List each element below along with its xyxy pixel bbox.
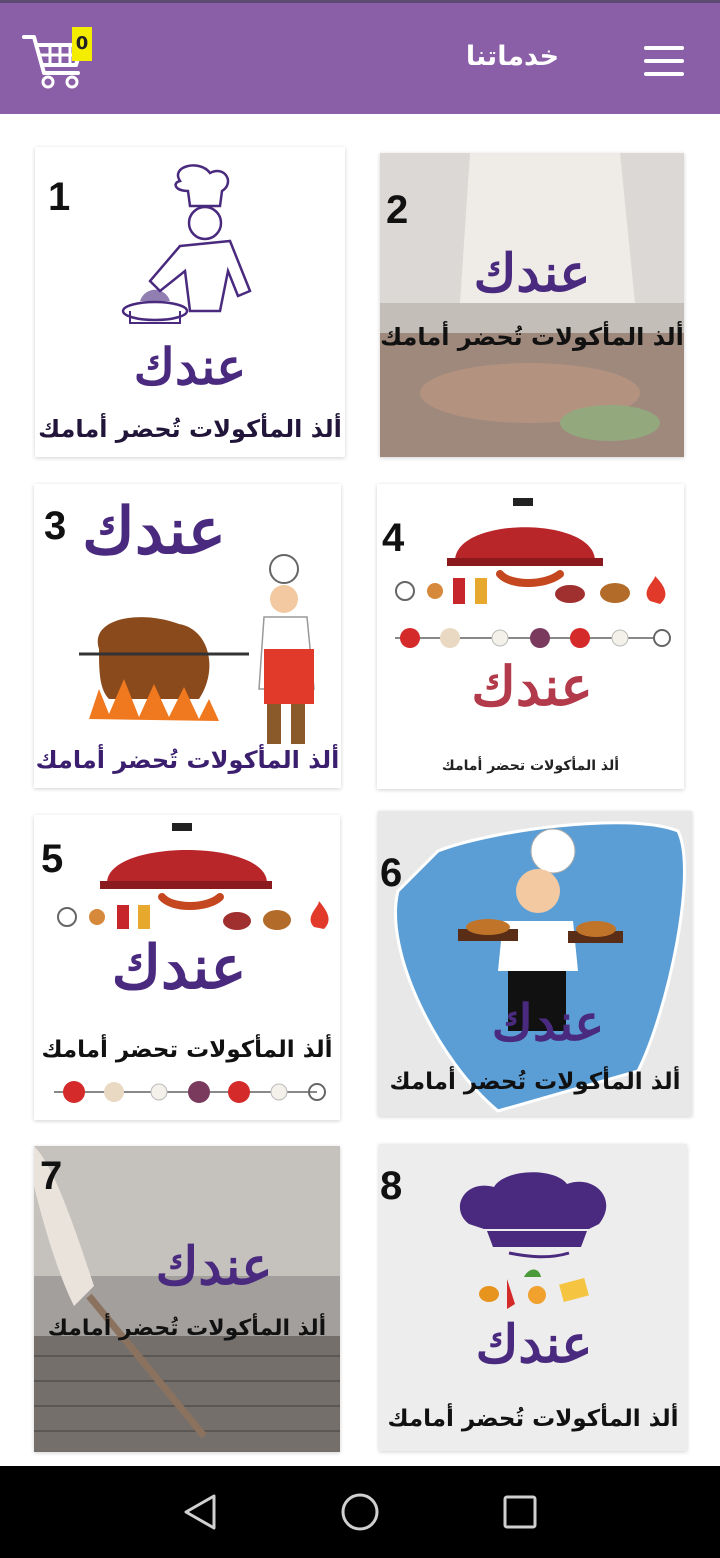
system-navigation-bar xyxy=(0,1466,720,1558)
brand-name: عندك xyxy=(82,494,226,569)
card-number: 6 xyxy=(380,851,403,895)
service-card-6[interactable]: 6 عندك ألذ المأكولات تُحضر أمامك xyxy=(378,811,692,1116)
circle-home-icon xyxy=(341,1493,379,1531)
service-card-4[interactable]: 4 عندك ألذ المأكولات تحضر أمامك xyxy=(377,484,684,789)
food-icons-illustration xyxy=(395,498,671,648)
brand-slogan: ألذ المأكولات تحضر أمامك xyxy=(41,1037,333,1063)
brand-name: عندك xyxy=(475,1314,593,1375)
card-number: 4 xyxy=(382,516,405,560)
brand-name: عندك xyxy=(491,993,605,1052)
brand-name: عندك xyxy=(155,1236,273,1297)
service-card-8[interactable]: 8 عندك ألذ المأكولات تُحضر أمامك xyxy=(379,1144,687,1451)
app-screen: 0 خدماتنا 1 عندك ألذ المأكولات تُحضر أما… xyxy=(0,0,720,1558)
service-card-1[interactable]: 1 عندك ألذ المأكولات تُحضر أمامك xyxy=(35,147,345,457)
food-icons-illustration xyxy=(57,823,329,930)
page-title: خدماتنا xyxy=(465,41,560,72)
service-card-7[interactable]: 7 عندك ألذ المأكولات تُحضر أمامك xyxy=(34,1146,340,1452)
shawarma-chef-illustration xyxy=(79,554,315,744)
card-number: 5 xyxy=(41,837,64,881)
skewer-illustration xyxy=(54,1081,326,1103)
home-button[interactable] xyxy=(330,1486,390,1538)
grill-photo xyxy=(34,1146,340,1452)
service-card-3[interactable]: 3 عندك ألذ المأكولات تُحضر أمامك xyxy=(34,484,341,788)
brand-slogan: ألذ المأكولات تُحضر أمامك xyxy=(35,746,340,774)
brand-name: عندك xyxy=(473,243,591,304)
service-card-2[interactable]: 2 عندك ألذ المأكولات تُحضر أمامك xyxy=(380,153,684,457)
card-number: 8 xyxy=(380,1164,403,1208)
menu-button[interactable] xyxy=(636,41,692,81)
brand-slogan: ألذ المأكولات تُحضر أمامك xyxy=(380,323,684,351)
brand-slogan: ألذ المأكولات تحضر أمامك xyxy=(441,758,620,774)
card-number: 2 xyxy=(386,188,409,232)
app-bar: 0 خدماتنا xyxy=(0,3,720,114)
chef-grilling-illustration xyxy=(121,164,252,324)
service-card-5[interactable]: 5 عندك ألذ المأكولات تحضر أمامك xyxy=(34,815,340,1120)
brand-slogan: ألذ المأكولات تُحضر أمامك xyxy=(389,1069,681,1095)
card-number: 1 xyxy=(48,175,71,219)
card-number: 7 xyxy=(40,1154,63,1198)
chef-cooking-photo xyxy=(380,153,684,457)
brand-slogan: ألذ المأكولات تُحضر أمامك xyxy=(47,1316,327,1341)
chef-hat-illustration xyxy=(459,1172,607,1309)
triangle-back-icon xyxy=(184,1494,216,1530)
square-recents-icon xyxy=(503,1495,537,1529)
brand-slogan: ألذ المأكولات تُحضر أمامك xyxy=(38,415,342,443)
brand-name: عندك xyxy=(471,654,593,718)
brand-name: عندك xyxy=(133,337,247,396)
brand-name: عندك xyxy=(111,933,247,1003)
back-button[interactable] xyxy=(170,1486,230,1538)
recents-button[interactable] xyxy=(490,1486,550,1538)
brand-slogan: ألذ المأكولات تُحضر أمامك xyxy=(387,1406,679,1432)
